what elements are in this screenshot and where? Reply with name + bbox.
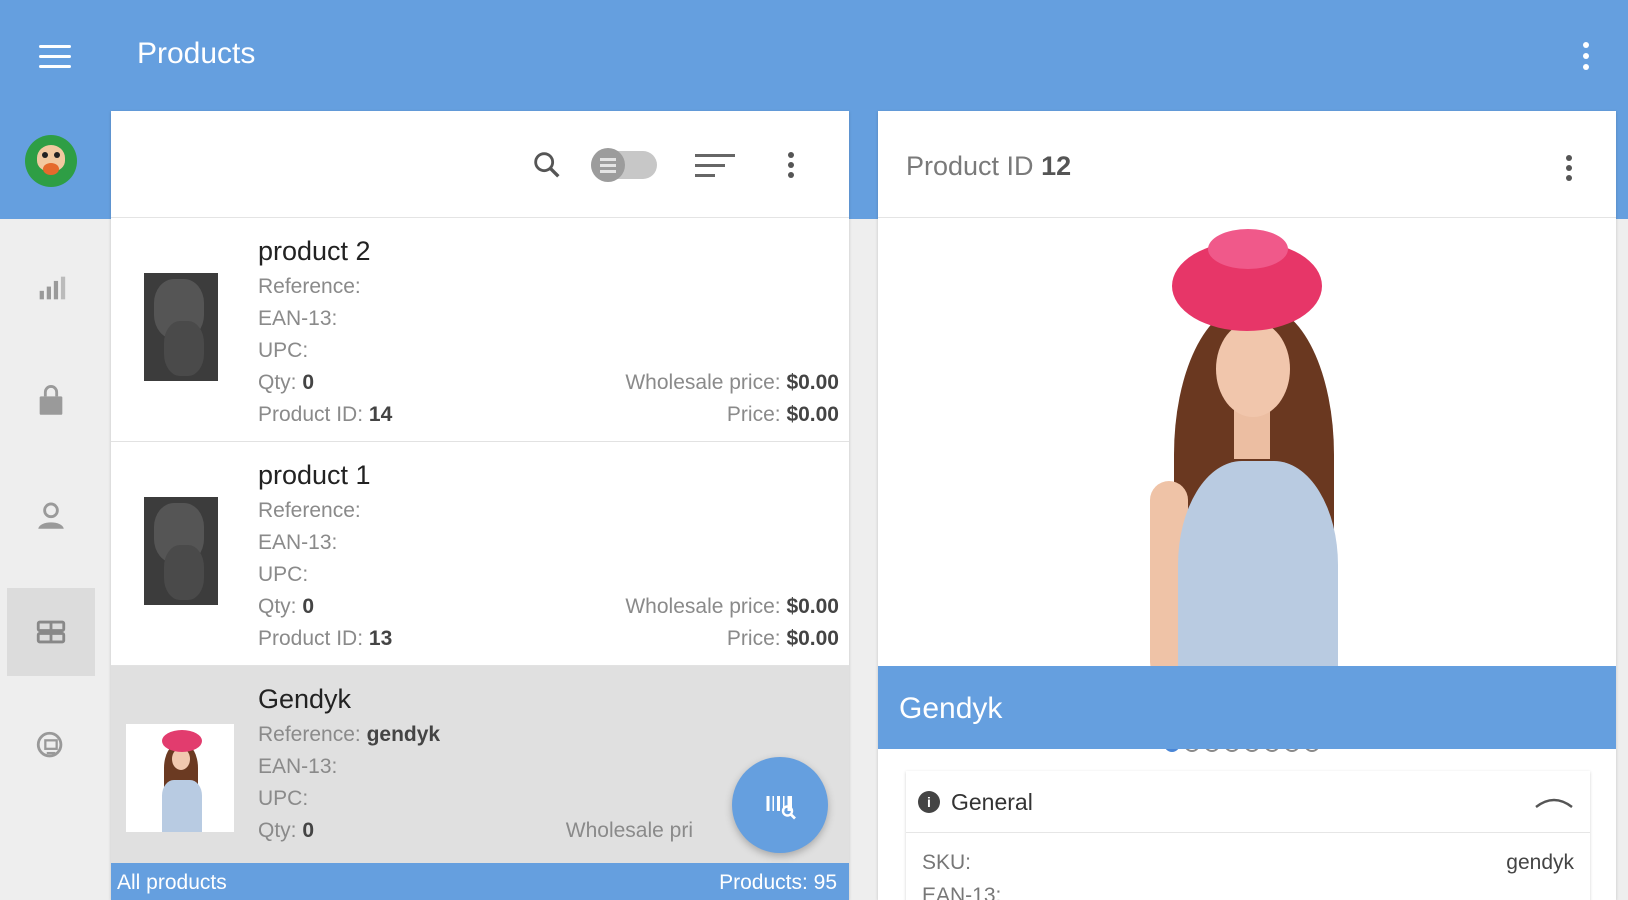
search-icon [534,152,560,178]
sidebar-item-stats[interactable] [7,244,95,332]
all-products-label: All products [117,871,227,894]
product-thumbnail [126,724,234,832]
list-item[interactable]: product 2 Reference: EAN-13: UPC: Qty: 0… [111,218,849,442]
product-name-header: Gendyk [878,666,1616,749]
qty-value: 0 [302,371,315,394]
shopping-bag-icon [39,385,63,415]
price-value: $0.00 [786,627,839,650]
qty-value: 0 [302,595,315,618]
wholesale-label: Wholesale price: [625,595,781,618]
product-image-gallery[interactable] [878,218,1616,738]
upc-label: UPC: [258,787,309,810]
section-title: General [951,789,1033,815]
price-value: $0.00 [786,403,839,426]
price-label: Price: [726,403,781,426]
list-item-selected[interactable]: Gendyk Reference: gendyk EAN-13: UPC: Qt… [111,666,849,890]
product-thumbnail [144,273,218,381]
wholesale-value: $0.00 [786,595,839,618]
sort-button[interactable] [695,145,739,185]
chevron-up-icon [1535,798,1573,808]
qty-value: 0 [302,819,315,842]
reference-value: gendyk [366,723,441,746]
page-title: Products [137,37,256,70]
qty-label: Qty: [258,371,297,394]
product-detail-panel: Product ID 12 Gendyk i General SKU: gend… [878,111,1616,900]
list-more-vert-icon[interactable] [779,145,803,185]
ean-label: EAN-13: [258,755,338,778]
reference-label: Reference: [258,723,361,746]
product-name: Gendyk [258,684,352,714]
reference-label: Reference: [258,499,361,522]
person-icon [38,502,64,529]
product-name: product 2 [258,236,371,266]
product-name: Gendyk [899,692,1003,725]
sidebar-item-catalog[interactable] [7,702,95,790]
sku-label: SKU: [922,851,972,874]
barcode-scan-button[interactable] [732,757,828,853]
sidebar-item-products[interactable] [7,588,95,676]
list-icon [591,148,625,182]
product-image [878,111,1616,741]
product-name: product 1 [258,460,371,490]
product-id-value: 13 [368,627,393,650]
qty-label: Qty: [258,819,297,842]
info-icon: i [918,791,940,813]
sidebar-item-customers[interactable] [7,472,95,560]
reference-label: Reference: [258,275,361,298]
more-vert-icon[interactable] [1572,34,1600,78]
product-thumbnail [144,497,218,605]
list-toolbar [111,111,849,218]
view-toggle[interactable] [589,145,659,185]
upc-label: UPC: [258,563,309,586]
menu-icon[interactable] [30,32,80,80]
price-label: Price: [726,627,781,650]
wholesale-label: Wholesale price: [625,371,781,394]
upc-label: UPC: [258,339,309,362]
product-id-value: 14 [368,403,393,426]
products-count: Products: 95 [719,871,837,894]
general-section: i General SKU: gendyk EAN-13: [906,771,1590,900]
list-footer: All products Products: 95 [111,863,849,900]
barcode-scan-icon [766,796,796,820]
search-button[interactable] [526,145,568,185]
ean-label: EAN-13: [258,307,338,330]
products-icon [36,620,66,644]
qty-label: Qty: [258,595,297,618]
ean-label: EAN-13: [258,531,338,554]
catalog-icon [36,731,63,758]
general-section-toggle[interactable]: i General [906,771,1590,833]
product-id-label: Product ID: [258,627,364,650]
wholesale-value: $0.00 [786,371,839,394]
list-item[interactable]: product 1 Reference: EAN-13: UPC: Qty: 0… [111,442,849,666]
wholesale-label: Wholesale pri [565,819,693,842]
product-id-label: Product ID: [258,403,364,426]
ean-label: EAN-13: [922,884,1002,900]
app-logo [25,135,77,187]
bar-chart-icon [39,276,66,300]
sidebar-item-orders[interactable] [7,358,95,446]
sku-value: gendyk [1506,851,1574,874]
